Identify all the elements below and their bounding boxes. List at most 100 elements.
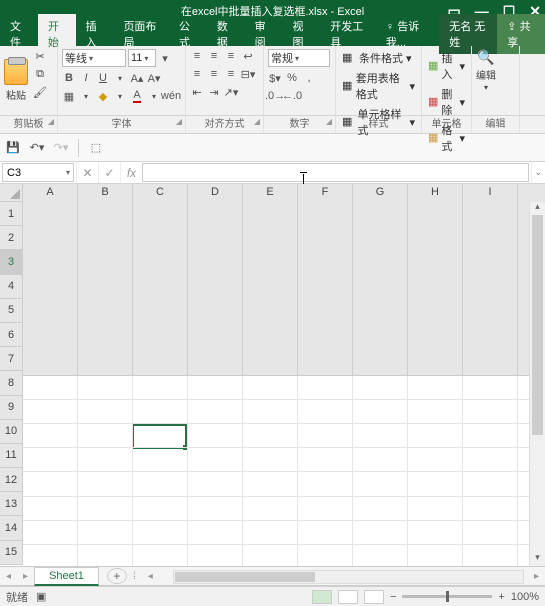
- dialog-launcher-icon[interactable]: ◢: [176, 113, 182, 131]
- italic-button[interactable]: I: [79, 71, 93, 85]
- page-break-view-button[interactable]: [364, 590, 384, 604]
- conditional-format-button[interactable]: ▦条件格式▾: [340, 49, 417, 67]
- comma-format-button[interactable]: ,: [302, 71, 316, 85]
- align-top-icon[interactable]: ≡: [190, 49, 204, 63]
- row-header[interactable]: 13: [0, 492, 22, 516]
- cancel-formula-icon[interactable]: ✕: [76, 162, 98, 183]
- zoom-out-button[interactable]: −: [390, 591, 396, 603]
- align-left-icon[interactable]: ≡: [190, 67, 204, 81]
- decrease-indent-icon[interactable]: ⇤: [190, 85, 204, 99]
- accounting-format-button[interactable]: $▾: [268, 71, 282, 85]
- horizontal-scrollbar[interactable]: [173, 570, 524, 584]
- row-header[interactable]: 3: [0, 250, 22, 274]
- row-header[interactable]: 12: [0, 468, 22, 492]
- merge-button[interactable]: ⊟▾: [241, 67, 255, 81]
- font-color-menu[interactable]: ▾: [147, 89, 161, 103]
- font-name-combo[interactable]: 等线▾: [62, 49, 126, 67]
- macro-record-icon[interactable]: ▣: [36, 590, 46, 603]
- percent-format-button[interactable]: %: [285, 71, 299, 85]
- column-header[interactable]: A: [23, 184, 78, 375]
- align-right-icon[interactable]: ≡: [224, 67, 238, 81]
- fill-color-menu[interactable]: ▾: [113, 89, 127, 103]
- redo-button[interactable]: ↷▾: [54, 141, 68, 155]
- hscroll-right-icon[interactable]: ▸: [528, 571, 545, 582]
- number-format-combo[interactable]: 常规▾: [268, 49, 330, 67]
- wrap-text-icon[interactable]: ↩: [241, 49, 255, 63]
- font-color-button[interactable]: A: [130, 89, 144, 103]
- row-header[interactable]: 15: [0, 541, 22, 565]
- increase-font-button[interactable]: A▴: [130, 71, 144, 85]
- border-button[interactable]: ▦: [62, 89, 76, 103]
- page-layout-view-button[interactable]: [338, 590, 358, 604]
- align-bottom-icon[interactable]: ≡: [224, 49, 238, 63]
- decrease-decimal-button[interactable]: ←.0: [285, 89, 299, 103]
- table-format-button[interactable]: ▦套用表格格式▾: [340, 69, 417, 103]
- underline-menu[interactable]: ▾: [113, 71, 127, 85]
- vertical-scrollbar[interactable]: ▴ ▾: [529, 202, 545, 566]
- column-header[interactable]: D: [188, 184, 243, 375]
- dialog-launcher-icon[interactable]: ◢: [254, 113, 260, 131]
- column-header[interactable]: E: [243, 184, 298, 375]
- delete-cells-button[interactable]: ▦删除▾: [426, 85, 467, 119]
- increase-indent-icon[interactable]: ⇥: [207, 85, 221, 99]
- border-menu[interactable]: ▾: [79, 89, 93, 103]
- name-box[interactable]: C3▾: [2, 163, 74, 182]
- cell-grid[interactable]: [23, 376, 545, 567]
- new-sheet-button[interactable]: +: [107, 568, 127, 584]
- editing-button[interactable]: 🔍 编辑 ▾: [476, 49, 496, 112]
- row-header[interactable]: 11: [0, 444, 22, 468]
- undo-button[interactable]: ↶▾: [30, 141, 44, 155]
- column-header[interactable]: H: [408, 184, 463, 375]
- phonetic-button[interactable]: wén: [164, 89, 178, 103]
- orientation-button[interactable]: ↗▾: [224, 85, 238, 99]
- touch-mode-icon[interactable]: ⬚: [89, 141, 103, 155]
- row-header[interactable]: 2: [0, 226, 22, 250]
- align-middle-icon[interactable]: ≡: [207, 49, 221, 63]
- row-header[interactable]: 8: [0, 371, 22, 395]
- normal-view-button[interactable]: [312, 590, 332, 604]
- row-header[interactable]: 9: [0, 396, 22, 420]
- align-center-icon[interactable]: ≡: [207, 67, 221, 81]
- row-header[interactable]: 7: [0, 347, 22, 371]
- column-header[interactable]: B: [78, 184, 133, 375]
- cut-icon[interactable]: ✂: [32, 49, 48, 63]
- vertical-scroll-thumb[interactable]: [532, 215, 543, 435]
- insert-cells-button[interactable]: ▦插入▾: [426, 49, 467, 83]
- zoom-in-button[interactable]: +: [498, 591, 504, 603]
- hscroll-left-icon[interactable]: ◂: [142, 571, 159, 582]
- row-header[interactable]: 6: [0, 323, 22, 347]
- fx-icon[interactable]: fx: [120, 162, 142, 183]
- row-header[interactable]: 14: [0, 516, 22, 540]
- paste-button[interactable]: 粘贴: [4, 49, 28, 112]
- row-header[interactable]: 10: [0, 420, 22, 444]
- tab-nav-first[interactable]: ◂: [0, 571, 17, 582]
- formula-input[interactable]: [142, 163, 529, 182]
- row-header[interactable]: 5: [0, 299, 22, 323]
- font-size-stepper[interactable]: ▾: [158, 51, 172, 65]
- increase-decimal-button[interactable]: .0→: [268, 89, 282, 103]
- bold-button[interactable]: B: [62, 71, 76, 85]
- select-all-corner[interactable]: [0, 184, 23, 202]
- tab-nav-last[interactable]: ▸: [17, 571, 34, 582]
- expand-formula-bar-icon[interactable]: ⌄: [531, 162, 545, 183]
- underline-button[interactable]: U: [96, 71, 110, 85]
- zoom-value[interactable]: 100%: [511, 591, 539, 603]
- confirm-formula-icon[interactable]: ✓: [98, 162, 120, 183]
- column-header[interactable]: F: [298, 184, 353, 375]
- row-header[interactable]: 4: [0, 275, 22, 299]
- dialog-launcher-icon[interactable]: ◢: [326, 113, 332, 131]
- column-header[interactable]: G: [353, 184, 408, 375]
- active-cell[interactable]: [132, 424, 187, 449]
- sheet-tab[interactable]: Sheet1: [34, 567, 99, 586]
- row-header[interactable]: 1: [0, 202, 22, 226]
- dialog-launcher-icon[interactable]: ◢: [48, 113, 54, 131]
- font-size-combo[interactable]: 11▾: [128, 49, 156, 67]
- save-icon[interactable]: 💾: [6, 141, 20, 155]
- zoom-slider[interactable]: [402, 595, 492, 598]
- format-painter-icon[interactable]: 🖌: [32, 85, 48, 99]
- decrease-font-button[interactable]: A▾: [147, 71, 161, 85]
- copy-icon[interactable]: ⧉: [32, 67, 48, 81]
- column-header[interactable]: I: [463, 184, 518, 375]
- fill-color-button[interactable]: ◆: [96, 89, 110, 103]
- column-header[interactable]: C: [133, 184, 188, 375]
